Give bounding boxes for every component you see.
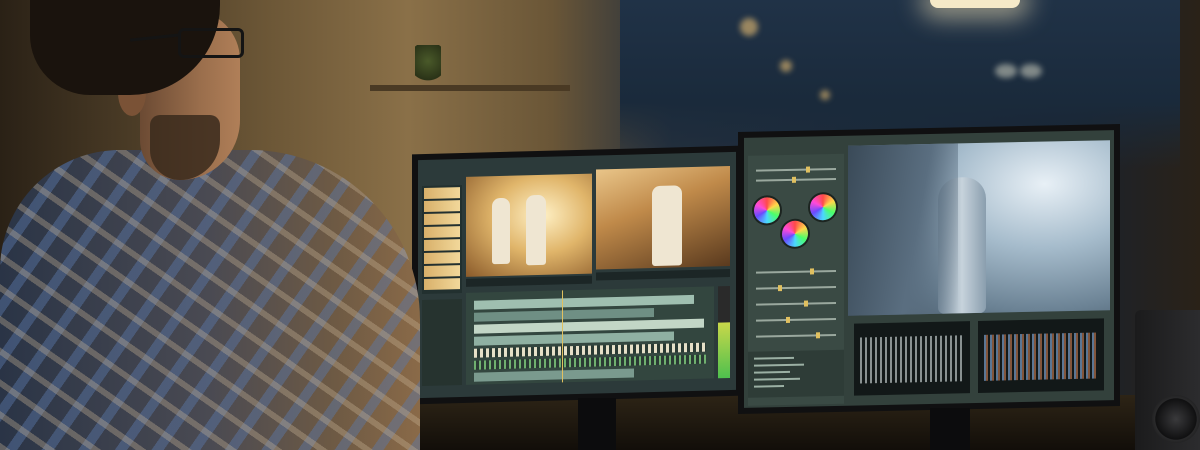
monitor-left: [412, 145, 742, 405]
source-transport-bar: [466, 275, 592, 287]
source-viewer: [466, 173, 592, 277]
list-item: [754, 370, 790, 374]
audio-waveform-track: [474, 354, 706, 370]
color-wheel: [810, 193, 836, 221]
astronaut-figure: [526, 194, 546, 266]
plaid-shirt: [0, 150, 420, 450]
list-item: [754, 363, 804, 367]
slider: [756, 300, 836, 307]
waveform-scope: [854, 321, 970, 396]
monitor-stand: [578, 398, 616, 450]
monitor-right: [738, 123, 1120, 415]
audio-meter: [718, 285, 730, 379]
program-viewer: [596, 165, 730, 270]
list-item: [754, 377, 800, 381]
photo-scene: [0, 0, 1200, 450]
glasses: [178, 28, 244, 58]
list-item: [754, 356, 794, 360]
timeline-track: [474, 294, 694, 310]
slider: [756, 316, 836, 323]
node-list: [748, 349, 844, 398]
timeline-track: [474, 307, 654, 322]
bokeh-light: [820, 90, 830, 100]
rock-cliff: [848, 143, 958, 316]
timeline: [466, 286, 714, 385]
bokeh-light: [780, 60, 792, 72]
monitor-stand: [930, 408, 970, 450]
slider: [756, 285, 836, 292]
bokeh-light: [995, 64, 1017, 78]
person: [0, 0, 430, 450]
astronaut-figure: [492, 197, 510, 265]
bokeh-light: [740, 18, 758, 36]
slider: [756, 176, 836, 183]
color-wheel: [754, 197, 780, 224]
video-editor-screen: [418, 151, 736, 399]
list-item: [754, 385, 784, 388]
speaker-cone: [1152, 395, 1200, 443]
color-grading-screen: [744, 130, 1114, 408]
color-wheel: [782, 220, 808, 248]
slider: [756, 166, 836, 173]
astronaut-figure: [652, 185, 682, 267]
ceiling-lamp: [930, 0, 1020, 8]
parade-scope: [978, 318, 1104, 393]
playhead: [562, 290, 563, 383]
program-transport-bar: [596, 268, 730, 281]
slider: [756, 332, 836, 339]
slider: [756, 268, 836, 275]
bokeh-light: [1020, 64, 1042, 78]
timeline-track: [474, 368, 634, 382]
